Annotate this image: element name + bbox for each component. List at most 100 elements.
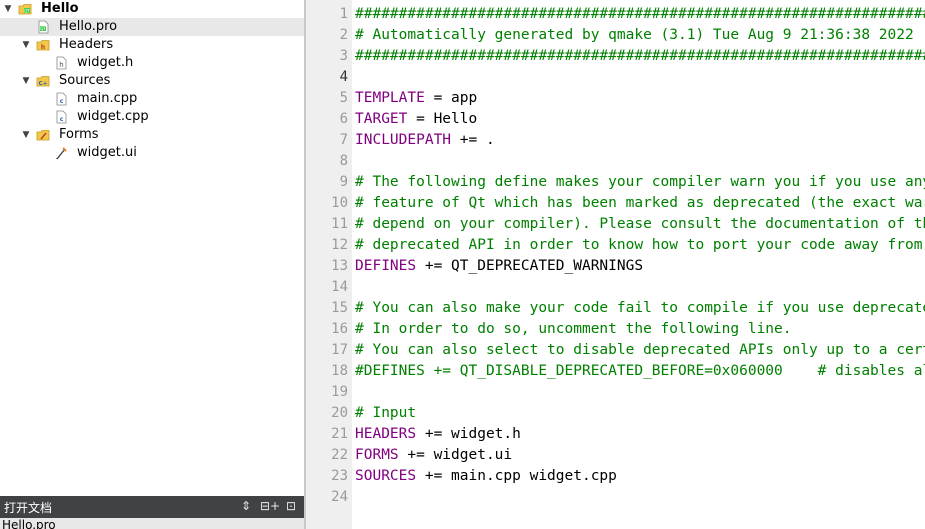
tree-item-widget-cpp[interactable]: c widget.cpp	[0, 108, 304, 126]
qt-pro-file-icon: QT	[36, 20, 50, 34]
forms-folder-icon	[36, 128, 50, 142]
line-number: 8	[339, 153, 348, 169]
line-number: 23	[331, 468, 348, 484]
line-number: 15	[331, 300, 348, 316]
code-comment: # Input	[355, 405, 417, 421]
cpp-file-icon: c	[54, 110, 68, 124]
code-variable: DEFINES	[355, 258, 417, 274]
project-tree: ▼ QT Hello QT Hello.pro ▼ h Headers h widget.h ▼ C+…	[0, 0, 304, 494]
line-number: 5	[339, 90, 348, 106]
code-comment: ########################################…	[355, 6, 925, 22]
expand-arrow-icon[interactable]: ▼	[21, 36, 31, 54]
headers-folder-icon: h	[36, 38, 50, 52]
tree-item-label: widget.ui	[77, 145, 137, 160]
open-document-item[interactable]: Hello.pro	[0, 518, 304, 529]
code-line[interactable]: FORMS += widget.ui	[355, 445, 512, 466]
line-number: 13	[331, 258, 348, 274]
line-number: 4	[339, 69, 348, 85]
tree-item-sources[interactable]: ▼ C+ Sources	[0, 72, 304, 90]
line-number: 24	[331, 489, 348, 505]
tree-item-label: Forms	[59, 127, 99, 142]
code-line[interactable]: ########################################…	[355, 46, 925, 67]
line-number: 2	[339, 27, 348, 43]
code-line[interactable]: INCLUDEPATH += .	[355, 130, 495, 151]
project-sidebar: ▼ QT Hello QT Hello.pro ▼ h Headers h widget.h ▼ C+…	[0, 0, 304, 529]
svg-text:QT: QT	[40, 26, 46, 31]
svg-text:h: h	[41, 44, 45, 51]
line-number: 11	[331, 216, 348, 232]
code-comment: # In order to do so, uncomment the follo…	[355, 321, 792, 337]
code-line[interactable]: # depend on your compiler). Please consu…	[355, 214, 925, 235]
svg-text:h: h	[59, 61, 63, 69]
code-text: += QT_DEPRECATED_WARNINGS	[416, 258, 644, 274]
expand-arrow-icon[interactable]: ▼	[21, 72, 31, 90]
line-number: 19	[331, 384, 348, 400]
code-line[interactable]: # The following define makes your compil…	[355, 172, 925, 193]
line-number: 6	[339, 111, 348, 127]
expand-arrow-icon[interactable]: ▼	[21, 126, 31, 144]
code-line[interactable]: TARGET = Hello	[355, 109, 477, 130]
expand-arrow-icon[interactable]: ▼	[3, 0, 13, 18]
tree-item-label: Sources	[59, 73, 111, 88]
code-comment: # deprecated API in order to know how to…	[355, 237, 925, 253]
code-variable: INCLUDEPATH	[355, 132, 452, 148]
tree-item-label: main.cpp	[77, 91, 138, 106]
line-number: 3	[339, 48, 348, 64]
tree-item-headers[interactable]: ▼ h Headers	[0, 36, 304, 54]
split-pane-icon[interactable]: ⊟+	[260, 499, 280, 513]
open-documents-title: 打开文档	[4, 501, 53, 515]
tree-item-main-cpp[interactable]: c main.cpp	[0, 90, 304, 108]
code-comment: # feature of Qt which has been marked as…	[355, 195, 925, 211]
code-variable: TARGET	[355, 111, 408, 127]
code-line[interactable]: #DEFINES += QT_DISABLE_DEPRECATED_BEFORE…	[355, 361, 925, 382]
line-number: 7	[339, 132, 348, 148]
tree-item-label: Hello.pro	[59, 19, 118, 34]
code-line[interactable]: # Automatically generated by qmake (3.1)…	[355, 25, 914, 46]
code-line[interactable]: # You can also select to disable depreca…	[355, 340, 925, 361]
code-line[interactable]: ########################################…	[355, 4, 925, 25]
tree-item-hello[interactable]: ▼ QT Hello	[0, 0, 304, 18]
line-number: 12	[331, 237, 348, 253]
code-variable: SOURCES	[355, 468, 417, 484]
tree-item-hello-pro[interactable]: QT Hello.pro	[0, 18, 304, 36]
line-number: 10	[331, 195, 348, 211]
line-number: 9	[339, 174, 348, 190]
tree-item-label: Hello	[41, 1, 79, 16]
code-text: += .	[451, 132, 495, 148]
code-line[interactable]: TEMPLATE = app	[355, 88, 477, 109]
line-number: 18	[331, 363, 348, 379]
code-comment: # The following define makes your compil…	[355, 174, 925, 190]
qt-project-folder-icon: QT	[18, 2, 32, 16]
tree-item-label: widget.cpp	[77, 109, 149, 124]
tree-item-widget-h[interactable]: h widget.h	[0, 54, 304, 72]
code-text: = app	[424, 90, 478, 106]
code-line[interactable]: # deprecated API in order to know how to…	[355, 235, 925, 256]
line-number: 20	[331, 405, 348, 421]
code-text: += main.cpp widget.cpp	[416, 468, 617, 484]
code-variable: HEADERS	[355, 426, 417, 442]
code-line[interactable]: # You can also make your code fail to co…	[355, 298, 925, 319]
line-number: 16	[331, 321, 348, 337]
code-line[interactable]: SOURCES += main.cpp widget.cpp	[355, 466, 617, 487]
line-number-gutter: 1 2 3 4 5 6 7 8 9 10 11 12 13 14 15 16 17 18 19 20 21 22 23 24	[306, 0, 352, 529]
code-line[interactable]: # feature of Qt which has been marked as…	[355, 193, 925, 214]
open-document-label: Hello.pro	[2, 518, 56, 529]
close-pane-icon[interactable]: ⊡	[286, 499, 296, 513]
tree-item-widget-ui[interactable]: widget.ui	[0, 144, 304, 162]
code-line[interactable]: # In order to do so, uncomment the follo…	[355, 319, 792, 340]
code-variable: FORMS	[355, 447, 399, 463]
line-number: 21	[331, 426, 348, 442]
svg-text:c: c	[60, 98, 64, 105]
sort-toggle-icon[interactable]: ⇕	[241, 499, 251, 513]
code-editor[interactable]: ########################################…	[352, 0, 925, 529]
open-documents-header: 打开文档 ⇕ ⊟+ ⊡	[0, 496, 304, 518]
svg-text:C+: C+	[39, 81, 48, 87]
line-number: 17	[331, 342, 348, 358]
code-comment: # You can also select to disable depreca…	[355, 342, 925, 358]
code-line[interactable]: HEADERS += widget.h	[355, 424, 521, 445]
code-line[interactable]: # Input	[355, 403, 416, 424]
code-text: += widget.ui	[398, 447, 513, 463]
code-text: += widget.h	[416, 426, 521, 442]
code-line[interactable]: DEFINES += QT_DEPRECATED_WARNINGS	[355, 256, 643, 277]
tree-item-forms[interactable]: ▼ Forms	[0, 126, 304, 144]
